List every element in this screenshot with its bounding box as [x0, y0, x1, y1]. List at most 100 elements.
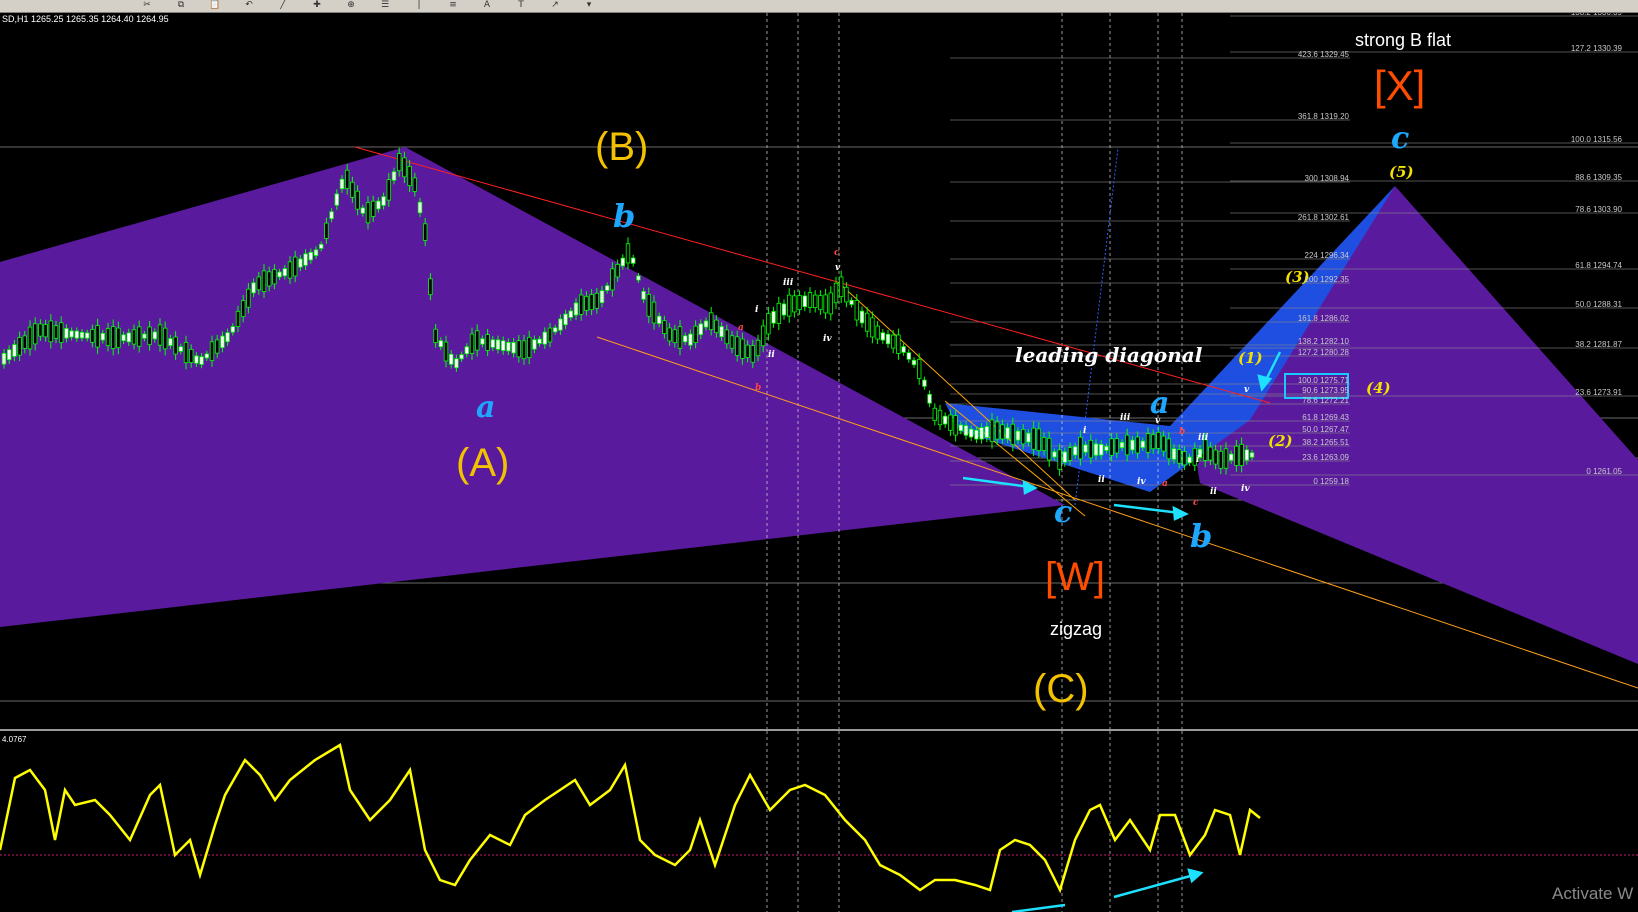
- wave-label-c-top: c: [1391, 121, 1409, 156]
- candle-body: [339, 178, 345, 190]
- candle-body: [235, 310, 241, 328]
- crosshair-icon[interactable]: ✚: [310, 0, 324, 11]
- candle-body: [667, 327, 672, 342]
- candle-body: [969, 428, 974, 438]
- candle-body: [1234, 445, 1239, 466]
- subwave-ii-2: ii: [1098, 475, 1105, 485]
- candle-body: [116, 327, 121, 349]
- candle-body: [365, 202, 371, 224]
- candle-body: [1229, 453, 1234, 461]
- period-sep[interactable]: |: [412, 0, 426, 11]
- fib-label: 300 1308.94: [1305, 174, 1350, 183]
- candle-body: [1223, 448, 1229, 469]
- undo-icon[interactable]: ↶: [242, 0, 256, 11]
- candle-body: [542, 331, 547, 345]
- candle-body: [516, 340, 521, 358]
- candle-body: [802, 295, 807, 308]
- wave-label-4: (4): [1366, 379, 1391, 397]
- candle-body: [95, 325, 100, 348]
- candle-body: [1104, 445, 1109, 451]
- candle-body: [740, 338, 745, 359]
- fib-label: 50.0 1288.31: [1575, 300, 1622, 309]
- candle-body: [121, 334, 126, 342]
- candle-body: [766, 313, 771, 335]
- candle-body: [1015, 430, 1021, 441]
- purple-channel-right: [1197, 186, 1638, 664]
- price-chart[interactable]: (B) (A) (C) a b c b a c [W] [X] zigzag s…: [0, 13, 1638, 729]
- candle-body: [1010, 423, 1015, 446]
- fib-label: 100.0 1315.56: [1571, 135, 1623, 144]
- copy-icon[interactable]: ⧉: [174, 0, 188, 11]
- candle-body: [615, 264, 620, 278]
- subwave-iii-3: iii: [1198, 433, 1209, 443]
- candle-body: [1062, 451, 1067, 463]
- candle-body: [989, 419, 995, 443]
- navigator-icon[interactable]: ☰: [378, 0, 392, 11]
- text-icon[interactable]: A: [480, 0, 494, 11]
- fib-label: 61.8 1269.43: [1302, 413, 1349, 422]
- candle-body: [506, 341, 511, 352]
- fib-label: 138.2 1282.10: [1298, 337, 1350, 346]
- candle-body: [922, 379, 927, 387]
- candle-body: [1093, 443, 1099, 456]
- candle-body: [553, 327, 558, 333]
- candle-body: [714, 319, 719, 334]
- subwave-iii-2: iii: [1120, 413, 1131, 423]
- candle-body: [251, 282, 256, 294]
- candle-body: [391, 171, 397, 181]
- candle-body: [1244, 449, 1249, 461]
- paste-icon[interactable]: 📋: [208, 0, 222, 11]
- candle-body: [1067, 447, 1073, 461]
- candle-body: [833, 282, 839, 304]
- wave-label-2: (2): [1268, 432, 1293, 450]
- candle-body: [209, 341, 215, 361]
- candle-body: [807, 292, 813, 308]
- candle-body: [485, 334, 490, 351]
- new-chart-icon[interactable]: ⊕: [344, 0, 358, 11]
- candle-body: [750, 345, 755, 363]
- cut-icon[interactable]: ✂: [140, 0, 154, 11]
- fib-label: 261.8 1302.61: [1298, 213, 1350, 222]
- candle-body: [735, 336, 740, 356]
- wave-label-B: (B): [595, 125, 648, 169]
- candle-body: [438, 340, 443, 348]
- candle-body: [33, 323, 38, 345]
- subwave-iv-2: iv: [1137, 477, 1146, 487]
- candle-body: [948, 414, 953, 431]
- candle-body: [266, 271, 272, 287]
- candle-body: [100, 332, 105, 341]
- candle-body: [74, 330, 79, 339]
- fib-icon[interactable]: ≡: [446, 0, 460, 11]
- candle-body: [792, 295, 797, 313]
- fib-label: 23.6 1263.09: [1302, 453, 1349, 462]
- menu-arrow-icon[interactable]: ▾: [582, 0, 596, 11]
- candle-body: [787, 294, 792, 317]
- purple-channel-left: [0, 147, 1065, 627]
- candle-body: [917, 359, 922, 379]
- arrow-icon[interactable]: ↗: [548, 0, 562, 11]
- candle-body: [324, 222, 329, 239]
- subwave-ii-1: ii: [768, 350, 775, 360]
- label-icon[interactable]: T: [514, 0, 528, 11]
- candle-body: [433, 328, 438, 343]
- fib-label: 361.8 1319.20: [1298, 112, 1350, 121]
- candle-body: [1135, 436, 1140, 454]
- candle-body: [329, 211, 334, 220]
- oscillator-pane[interactable]: [0, 731, 1638, 912]
- candle-body: [631, 257, 636, 264]
- candle-body: [157, 324, 163, 346]
- candle-body: [839, 276, 844, 298]
- candle-body: [719, 326, 724, 338]
- candle-body: [1213, 449, 1218, 465]
- candle-body: [797, 295, 802, 311]
- candle-body: [984, 426, 989, 438]
- candle-body: [64, 328, 69, 339]
- line-icon[interactable]: ╱: [276, 0, 290, 11]
- candle-body: [69, 330, 74, 338]
- candle-body: [1047, 437, 1052, 461]
- candle-body: [854, 300, 859, 321]
- candle-body: [1052, 451, 1057, 458]
- subwave-a-red: a: [1162, 479, 1168, 489]
- fib-label: 50.0 1267.47: [1302, 425, 1349, 434]
- candle-body: [376, 200, 381, 210]
